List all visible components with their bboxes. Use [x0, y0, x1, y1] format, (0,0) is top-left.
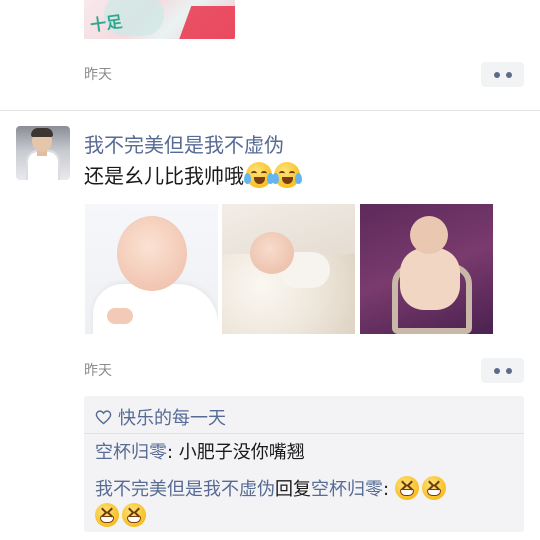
- comment-author[interactable]: 我不完美但是我不虚伪: [95, 479, 275, 500]
- image-caption: 十足: [89, 11, 124, 36]
- grinning-face-icon: [95, 503, 119, 527]
- previous-post: 十足 昨天: [0, 0, 540, 110]
- grinning-face-icon: [421, 476, 446, 500]
- likes-comments-divider: [84, 433, 524, 434]
- post-time: 昨天: [84, 67, 112, 83]
- comment-text: 小肥子没你嘴翘: [178, 442, 305, 463]
- interactions-box: 快乐的每一天 空杯归零: 小肥子没你嘴翘 我不完美但是我不虚伪回复空杯归零:: [84, 396, 524, 532]
- reply-word: 回复: [275, 479, 311, 500]
- post-photo[interactable]: [360, 204, 493, 334]
- more-actions-button[interactable]: [481, 62, 524, 87]
- avatar-figure: [31, 128, 53, 137]
- grinning-face-icon: [122, 503, 146, 527]
- post-text: 还是幺儿比我帅哦: [84, 160, 302, 189]
- previous-post-image[interactable]: 十足: [84, 0, 235, 39]
- avatar[interactable]: [16, 126, 70, 180]
- comment[interactable]: 我不完美但是我不虚伪回复空杯归零:: [95, 476, 515, 530]
- more-actions-button[interactable]: [481, 358, 524, 383]
- loudly-crying-face-icon: [244, 161, 274, 188]
- loudly-crying-face-icon: [272, 161, 302, 188]
- comment-separator: :: [167, 442, 179, 463]
- post-photo[interactable]: [85, 204, 218, 334]
- post-divider: [0, 110, 540, 111]
- post-photo[interactable]: [222, 204, 355, 334]
- post-text-content: 还是幺儿比我帅哦: [84, 164, 244, 188]
- reply-to-user[interactable]: 空杯归零: [311, 479, 383, 500]
- post-username[interactable]: 我不完美但是我不虚伪: [84, 129, 284, 158]
- liker-name[interactable]: 快乐的每一天: [118, 404, 226, 430]
- comment-separator: :: [383, 479, 395, 500]
- likes-row: 快乐的每一天: [95, 404, 226, 430]
- image-decoration: [176, 6, 235, 39]
- dot-icon: [493, 71, 500, 78]
- dot-icon: [505, 367, 512, 374]
- heart-outline-icon: [95, 409, 112, 424]
- dot-icon: [505, 71, 512, 78]
- dot-icon: [493, 367, 500, 374]
- comment[interactable]: 空杯归零: 小肥子没你嘴翘: [95, 439, 515, 466]
- comment-author[interactable]: 空杯归零: [95, 442, 167, 463]
- post-time: 昨天: [84, 363, 112, 379]
- grinning-face-icon: [394, 476, 419, 500]
